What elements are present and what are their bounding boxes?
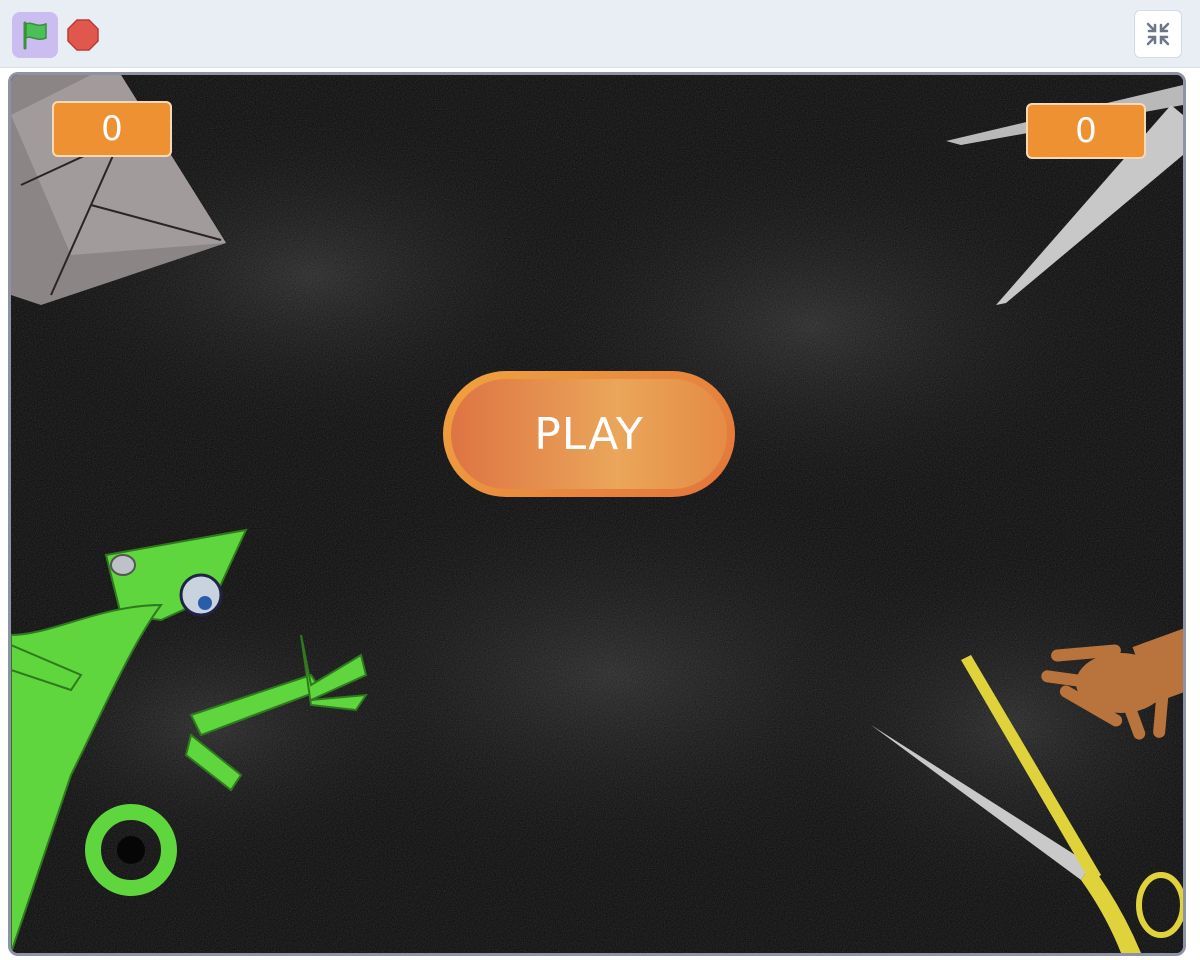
green-flag-icon bbox=[23, 21, 47, 50]
exit-fullscreen-icon bbox=[1146, 22, 1170, 46]
score-display-right: 0 bbox=[1026, 103, 1146, 159]
exit-fullscreen-button[interactable] bbox=[1134, 10, 1182, 58]
green-flag-button[interactable] bbox=[12, 12, 58, 58]
score-display-left: 0 bbox=[52, 101, 172, 157]
play-button-label: PLAY bbox=[451, 379, 727, 489]
play-button[interactable]: PLAY bbox=[443, 371, 735, 497]
stage-backdrop bbox=[11, 75, 1183, 953]
stop-button[interactable] bbox=[64, 16, 102, 54]
game-stage[interactable]: 0 0 PLAY bbox=[8, 72, 1186, 956]
stop-sign-icon bbox=[67, 19, 99, 51]
toolbar bbox=[0, 0, 1200, 68]
